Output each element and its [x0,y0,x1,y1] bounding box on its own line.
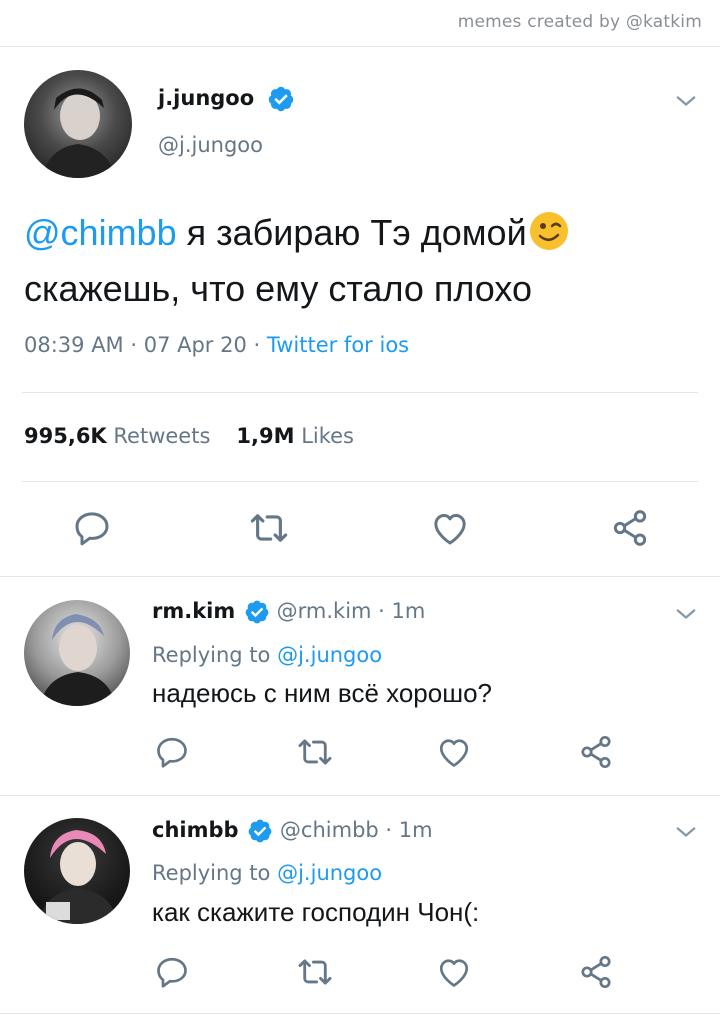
tweet-stats: 995,6K Retweets 1,9M Likes [24,424,354,448]
tweet-text-line1: я забираю Тэ домой [186,212,527,253]
retweets-label: Retweets [113,424,211,448]
meta-separator: · [371,599,392,623]
main-author[interactable]: j.jungoo [158,85,295,113]
share-icon [578,954,614,990]
mention-link[interactable]: @chimbb [24,212,177,253]
reply-icon [72,508,112,548]
reply-icon [154,734,190,770]
verified-badge-icon [247,818,273,844]
display-name: j.jungoo [158,86,255,110]
share-button[interactable] [576,952,616,992]
reply-header: rm.kim @rm.kim · 1m [152,599,425,625]
retweet-button[interactable] [247,506,291,550]
share-icon [578,734,614,770]
retweet-button[interactable] [295,952,335,992]
date[interactable]: 07 Apr 20 [144,333,247,357]
avatar[interactable] [24,70,132,178]
handle[interactable]: @j.jungoo [158,133,263,157]
tweet-meta: 08:39 AM · 07 Apr 20 · Twitter for ios [24,333,409,357]
reply-header: chimbb @chimbb · 1m [152,818,433,844]
avatar-image [42,88,116,178]
mention-link[interactable]: @j.jungoo [277,861,382,885]
retweet-icon [248,507,290,549]
share-button[interactable] [608,506,652,550]
divider [0,46,720,47]
replying-label: Replying to [152,861,271,885]
retweets-stat[interactable]: 995,6K Retweets [24,424,210,448]
verified-badge-icon [267,85,295,113]
replying-to: Replying to @j.jungoo [152,861,382,885]
source-link[interactable]: Twitter for ios [267,333,409,357]
meta-separator: · [246,333,267,357]
like-icon [436,734,472,770]
divider [0,1013,720,1014]
replying-label: Replying to [152,643,271,667]
share-button[interactable] [576,732,616,772]
chevron-down-icon[interactable] [672,87,700,115]
like-button[interactable] [434,732,474,772]
avatar-image [40,614,116,706]
meta-separator: · [123,333,144,357]
display-name[interactable]: chimbb [152,818,239,842]
avatar-image [38,830,118,924]
timestamp[interactable]: 1m [399,818,433,842]
reply-icon [154,954,190,990]
divider [22,481,698,482]
mention-link[interactable]: @j.jungoo [277,643,382,667]
likes-stat[interactable]: 1,9M Likes [236,424,354,448]
like-icon [430,508,470,548]
like-button[interactable] [428,506,472,550]
timestamp[interactable]: 1m [392,599,426,623]
meta-separator: · [378,818,399,842]
reply-button[interactable] [70,506,114,550]
retweet-button[interactable] [295,732,335,772]
chevron-down-icon[interactable] [672,600,700,628]
divider [0,576,720,577]
avatar[interactable] [24,818,130,924]
avatar[interactable] [24,600,130,706]
timestamp[interactable]: 08:39 AM [24,333,124,357]
tweet-text: @chimbb я забираю Тэ домой скажешь, что … [24,205,684,317]
verified-badge-icon [244,599,270,625]
winking-face-icon [529,212,568,250]
retweet-icon [296,733,334,771]
divider [0,795,720,796]
reply-text: как скажите господин Чон(: [152,897,480,927]
reply-button[interactable] [152,732,192,772]
chevron-down-icon[interactable] [672,818,700,846]
display-name[interactable]: rm.kim [152,599,235,623]
likes-count: 1,9M [236,424,295,448]
handle[interactable]: @rm.kim [277,599,372,623]
tweet-text-line2: скажешь, что ему стало плохо [24,268,533,309]
divider [22,392,698,393]
reply-text: надеюсь с ним всё хорошо? [152,678,492,708]
replying-to: Replying to @j.jungoo [152,643,382,667]
like-icon [436,954,472,990]
retweets-count: 995,6K [24,424,107,448]
likes-label: Likes [301,424,354,448]
reply-button[interactable] [152,952,192,992]
credit-caption: memes created by @katkim [457,12,702,32]
retweet-icon [296,953,334,991]
like-button[interactable] [434,952,474,992]
handle[interactable]: @chimbb [280,818,379,842]
share-icon [610,508,650,548]
